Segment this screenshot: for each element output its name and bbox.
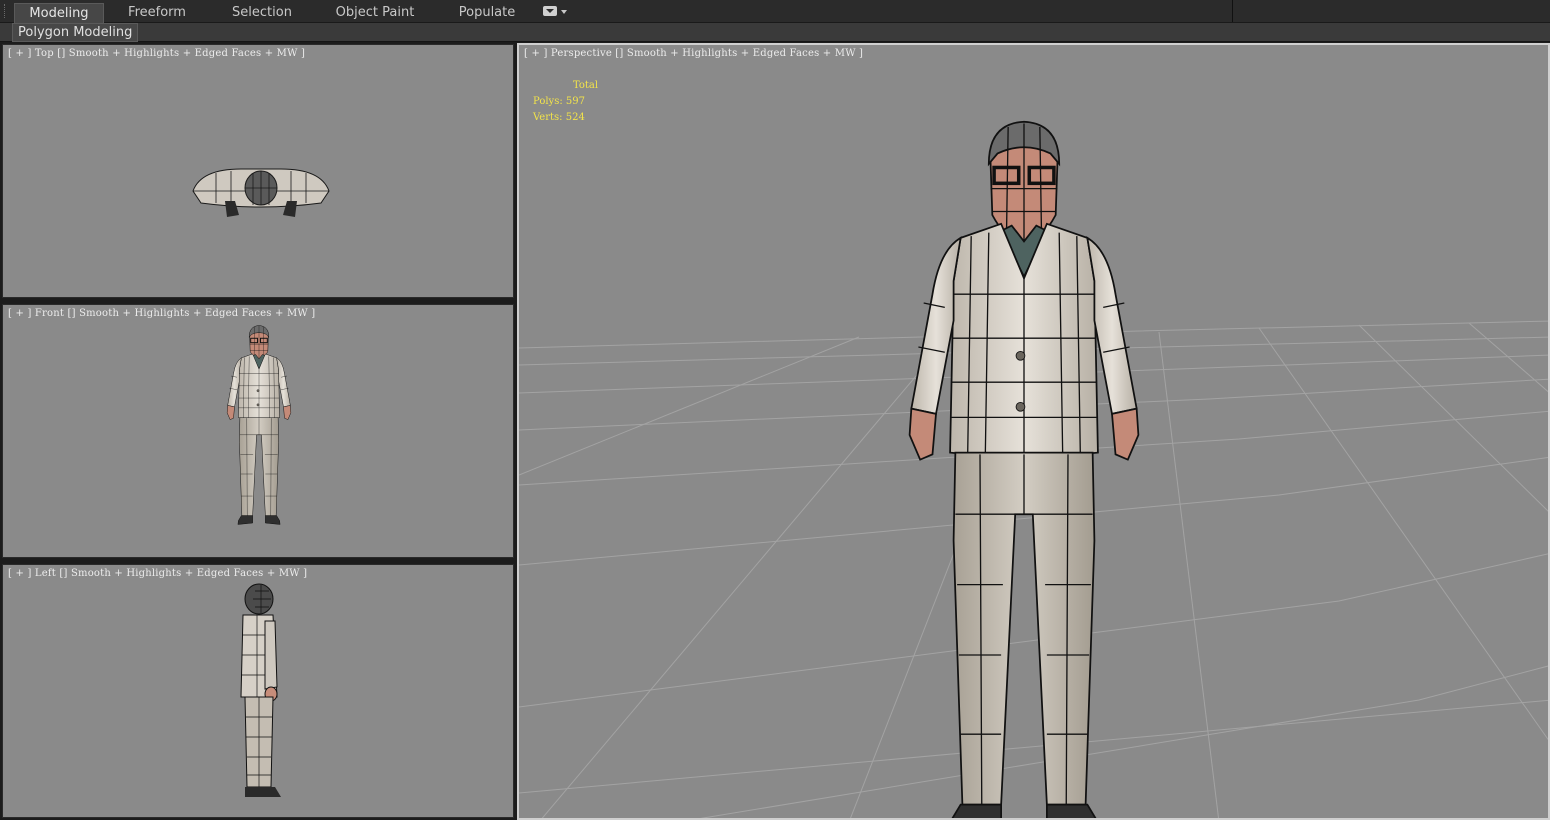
ribbon-options-dropdown[interactable] [543,5,569,19]
ribbon-toggle-icon [543,6,557,16]
tab-selection[interactable]: Selection [214,3,310,22]
perspective-scene [519,119,1548,818]
viewport-top[interactable]: [ + ] Top [] Smooth + Highlights + Edged… [2,44,514,298]
ribbon-panel: Polygon Modeling [0,23,1550,42]
character-model [907,119,1141,818]
top-view-model [192,168,330,217]
viewport-left[interactable]: [ + ] Left [] Smooth + Highlights + Edge… [2,564,514,818]
tab-freeform[interactable]: Freeform [112,3,202,22]
left-view-model [240,583,281,797]
tab-populate[interactable]: Populate [444,3,530,22]
tab-object-paint[interactable]: Object Paint [322,3,428,22]
chevron-down-icon [561,10,567,14]
ribbon-divider [1232,0,1233,22]
front-view-model [226,325,292,525]
polygon-modeling-panel[interactable]: Polygon Modeling [12,23,139,42]
tab-modeling[interactable]: Modeling [14,3,104,23]
viewport-perspective[interactable]: [ + ] Perspective [] Smooth + Highlights… [517,43,1550,820]
ribbon-tab-bar: Modeling Freeform Selection Object Paint… [0,0,1550,23]
viewport-front[interactable]: [ + ] Front [] Smooth + Highlights + Edg… [2,304,514,558]
ribbon-grip[interactable] [4,4,11,18]
